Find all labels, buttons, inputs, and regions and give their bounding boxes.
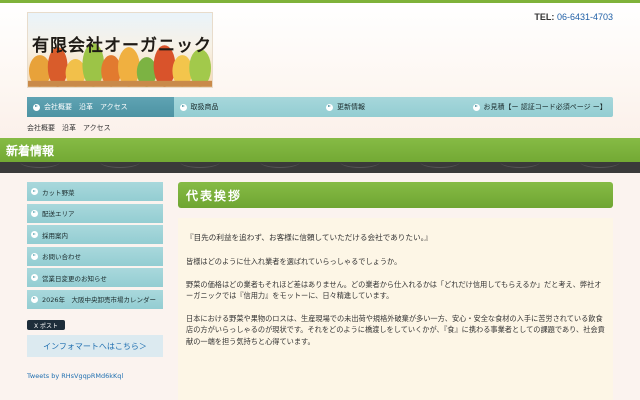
infomart-banner-link[interactable]: インフォマートへはこちら＞ xyxy=(27,335,163,357)
global-nav: 会社概要 沿革 アクセス 取扱商品 更新情報 お見積【ー 認証コード必須ページ … xyxy=(27,97,613,117)
arrow-circle-icon xyxy=(326,103,333,111)
news-band: 新着情報 xyxy=(0,138,640,162)
greeting-lead: 『目先の利益を追わず、お客様に信頼していただける会社でありたい。』 xyxy=(186,233,432,242)
arrow-circle-icon xyxy=(472,103,480,111)
tel-label: TEL: xyxy=(534,12,555,22)
main-content: 代表挨拶 『目先の利益を追わず、お客様に信頼していただける会社でありたい。』 皆… xyxy=(178,182,613,400)
greeting-paragraph: 皆様はどのように仕入れ業者を選ばれていらっしゃるでしょうか。 xyxy=(186,256,402,266)
sidebar: カット野菜 配送エリア 採用案内 お問い合わせ 営業日変更のお知らせ 2026年… xyxy=(27,182,163,311)
arrow-circle-icon xyxy=(31,209,38,217)
sidebar-item-cut-vegetables[interactable]: カット野菜 xyxy=(27,182,163,201)
sidebar-item-label: 営業日変更のお知らせ xyxy=(42,274,107,283)
arrow-circle-icon xyxy=(31,188,38,195)
phone-number: TEL: 06-6431-4703 xyxy=(534,12,613,22)
sidebar-item-label: カット野菜 xyxy=(42,188,75,197)
gnav-item-label: 会社概要 沿革 アクセス xyxy=(44,103,128,111)
sidebar-item-label: 配送エリア xyxy=(42,210,75,218)
greeting-paragraph: 野菜の価格はどの業者もそれほど差はありません。どの業者から仕入れるかは「どれだけ… xyxy=(186,279,602,301)
news-title: 新着情報 xyxy=(6,144,55,158)
sidebar-item-delivery-area[interactable]: 配送エリア xyxy=(27,203,163,223)
sidebar-item-business-days[interactable]: 営業日変更のお知らせ xyxy=(27,268,163,287)
section-title: 代表挨拶 xyxy=(186,188,243,203)
scallop-ornament xyxy=(180,162,220,168)
sub-navigation[interactable]: 会社概要 沿革 アクセス xyxy=(27,123,111,133)
scallop-ornament xyxy=(420,162,460,168)
sidebar-item-contact[interactable]: お問い合わせ xyxy=(27,246,163,266)
gnav-item-estimate[interactable]: お見積【ー 認証コード必須ページ ー】 xyxy=(467,97,614,117)
arrow-circle-icon xyxy=(31,274,38,281)
tel-number[interactable]: 06-6431-4703 xyxy=(557,12,613,22)
logo-text: 有限会社オーガニック xyxy=(32,36,212,56)
sidebar-item-label: お問い合わせ xyxy=(42,253,81,261)
scallop-ornament xyxy=(260,162,300,168)
gnav-item-label: 取扱商品 xyxy=(190,103,219,111)
scallop-ornament xyxy=(500,162,540,168)
gnav-item-label: 更新情報 xyxy=(337,103,365,111)
greeting-paragraph: 日本における野菜や果物のロスは、生産現場での未出荷や規格外破棄が多い一方、安心・… xyxy=(186,314,605,346)
section-header: 代表挨拶 xyxy=(178,182,613,208)
decorative-band xyxy=(0,162,640,173)
arrow-circle-icon xyxy=(33,103,40,111)
scallop-ornament xyxy=(340,162,380,168)
gnav-item-label: お見積【ー 認証コード必須ページ ー】 xyxy=(483,103,607,111)
scallop-ornament xyxy=(100,162,140,168)
gnav-item-products[interactable]: 取扱商品 xyxy=(174,97,321,117)
gnav-item-updates[interactable]: 更新情報 xyxy=(320,97,467,117)
x-post-button[interactable]: X ポスト xyxy=(27,320,65,330)
arrow-circle-icon xyxy=(31,295,38,303)
gnav-item-company[interactable]: 会社概要 沿革 アクセス xyxy=(27,97,174,117)
sidebar-item-recruit[interactable]: 採用案内 xyxy=(27,225,163,244)
company-logo[interactable]: 有限会社オーガニック xyxy=(27,12,213,88)
scallop-ornament xyxy=(20,162,60,168)
arrow-circle-icon xyxy=(31,231,38,238)
sidebar-item-market-calendar[interactable]: 2026年 大阪中央卸売市場カレンダー xyxy=(27,289,163,309)
greeting-box: 『目先の利益を追わず、お客様に信頼していただける会社でありたい。』 皆様はどのよ… xyxy=(178,218,613,400)
arrow-circle-icon xyxy=(179,103,187,111)
sidebar-item-label: 2026年 大阪中央卸売市場カレンダー xyxy=(42,296,157,304)
scallop-ornament xyxy=(580,162,620,168)
tweets-by-link[interactable]: Tweets by RHsVgqpRMd6kKql xyxy=(27,372,123,380)
sidebar-item-label: 採用案内 xyxy=(42,231,68,240)
arrow-circle-icon xyxy=(31,252,38,260)
